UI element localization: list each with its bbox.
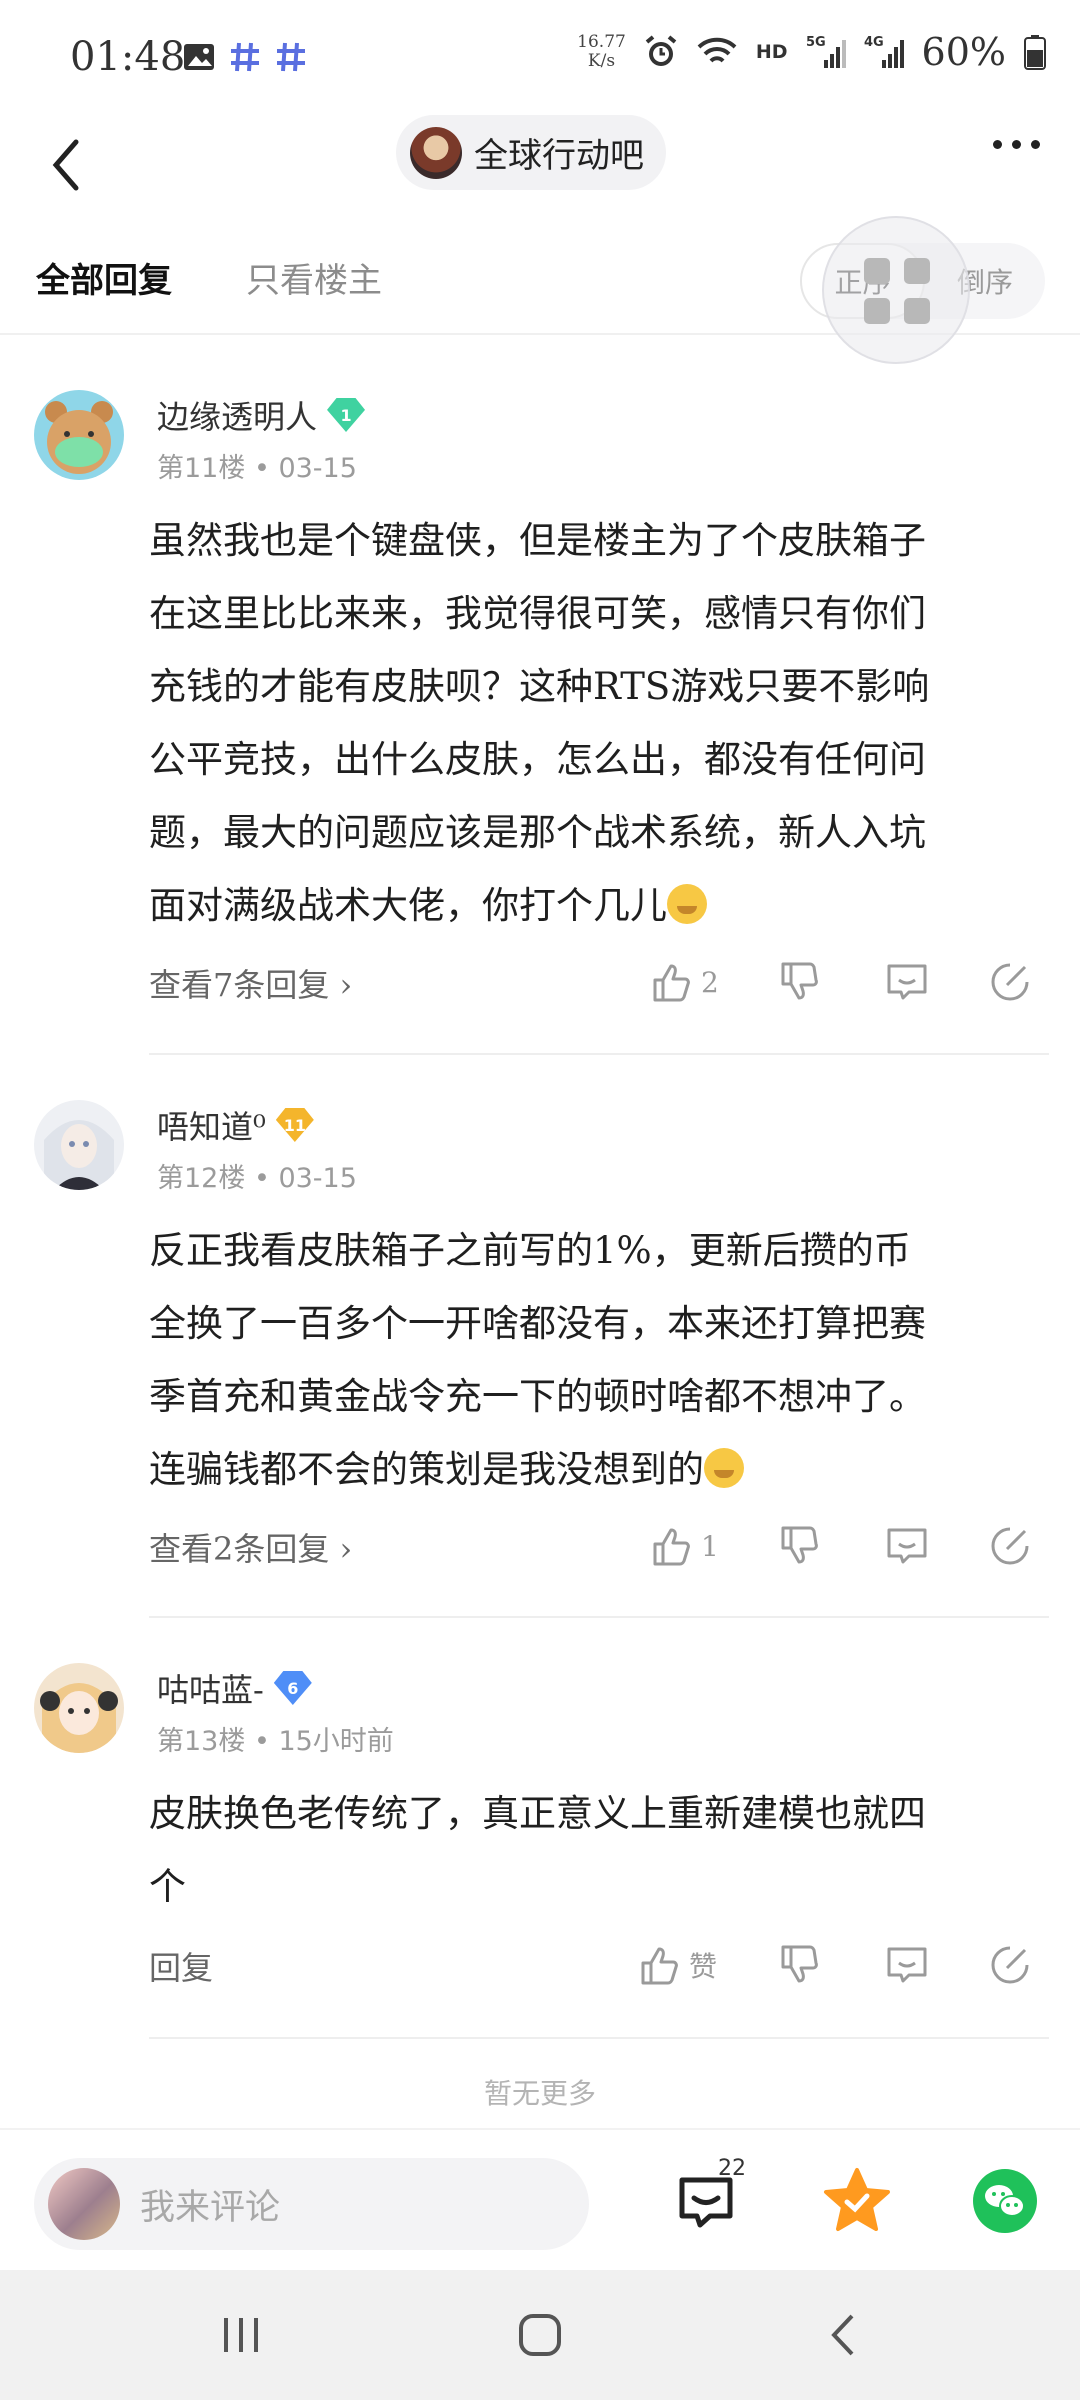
tab-op-only[interactable]: 只看楼主 (246, 253, 382, 302)
comment-input[interactable]: 我来评论 (34, 2158, 589, 2250)
comment-bar: 我来评论 22 (0, 2128, 1080, 2270)
forum-entry-button[interactable]: 全球行动吧 (396, 115, 666, 190)
tab-all-replies[interactable]: 全部回复 (36, 253, 172, 302)
alarm-icon (645, 35, 677, 66)
home-icon[interactable] (515, 2310, 565, 2360)
comment-icon[interactable] (883, 1520, 931, 1572)
wechat-share-icon[interactable] (972, 2168, 1038, 2234)
like-button[interactable]: 赞 (637, 1939, 717, 1991)
share-icon[interactable] (987, 956, 1033, 1008)
thumbs-down-icon[interactable] (777, 956, 821, 1008)
level-badge: 11 (275, 1108, 314, 1142)
battery-percent: 60% (921, 30, 1006, 74)
avatar[interactable] (34, 1663, 124, 1753)
4g-signal-icon: 4G (864, 35, 904, 68)
svg-text:4G: 4G (864, 35, 884, 50)
reply-actions: 回复 赞 (149, 1939, 1039, 1999)
forum-avatar (410, 126, 462, 179)
status-bar: 01:48 16.77 K/s HD 5G 4G 60% (0, 0, 1080, 120)
thumbs-up-icon (653, 1528, 690, 1566)
5g-signal-icon: 5G (806, 35, 846, 68)
share-icon[interactable] (987, 1939, 1033, 1991)
thumbs-up-icon (641, 1947, 678, 1985)
view-replies-link[interactable]: 查看2条回复 › (149, 1524, 352, 1570)
thumbs-down-icon[interactable] (777, 1520, 821, 1572)
share-icon[interactable] (987, 1520, 1033, 1572)
hash-icon (277, 42, 305, 72)
like-button[interactable]: 2 (649, 956, 719, 1008)
reply-content: 皮肤换色老传统了，真正意义上重新建模也就四 个 (149, 1792, 926, 1908)
no-more-text: 暂无更多 (483, 2077, 596, 2110)
emoji-icon (704, 1448, 744, 1488)
favorite-star-icon[interactable] (822, 2166, 892, 2236)
hash-icon (231, 42, 259, 72)
view-replies-link[interactable]: 查看7条回复 › (149, 960, 352, 1006)
like-button[interactable]: 1 (649, 1520, 719, 1572)
recent-apps-icon[interactable] (216, 2310, 266, 2360)
net-speed: 16.77 K/s (577, 32, 626, 71)
my-avatar (48, 2168, 120, 2240)
hd-icon: HD (755, 41, 788, 63)
thumbs-down-icon[interactable] (777, 1939, 821, 1991)
more-options-icon[interactable] (993, 140, 1040, 149)
back-icon[interactable] (820, 2310, 870, 2360)
comment-placeholder: 我来评论 (140, 2187, 281, 2228)
level-badge: 6 (273, 1671, 312, 1705)
battery-icon (1024, 35, 1046, 70)
thumbs-up-icon (653, 964, 690, 1002)
wifi-icon (697, 37, 737, 63)
post-meta: 第12楼 • 03-15 (157, 1163, 357, 1194)
emoji-icon (667, 884, 707, 924)
username[interactable]: 边缘透明人 1 (157, 392, 366, 438)
username[interactable]: 唔知道⁰ 11 (157, 1102, 314, 1148)
system-nav-bar (0, 2270, 1080, 2400)
back-arrow-icon[interactable] (46, 130, 96, 200)
divider (149, 1616, 1049, 1618)
reply-content: 反正我看皮肤箱子之前写的1%，更新后攒的币 全换了一百多个一开啥都没有，本来还打… (149, 1229, 926, 1491)
username[interactable]: 咕咕蓝- 6 (157, 1665, 312, 1711)
reply-content: 虽然我也是个键盘侠，但是楼主为了个皮肤箱子 在这里比比来来，我觉得很可笑，感情只… (149, 519, 930, 927)
forum-name: 全球行动吧 (474, 136, 644, 176)
post-meta: 第11楼 • 03-15 (157, 453, 357, 484)
comment-count: 22 (718, 2156, 746, 2181)
post-meta: 第13楼 • 15小时前 (157, 1726, 394, 1757)
reply-actions: 查看2条回复 › 1 (149, 1520, 1039, 1580)
comment-icon[interactable] (883, 1939, 931, 1991)
comment-icon[interactable] (883, 956, 931, 1008)
divider (149, 1053, 1049, 1055)
level-badge: 1 (327, 398, 366, 432)
top-bar: 全球行动吧 (0, 110, 1080, 225)
divider (149, 2037, 1049, 2039)
svg-text:5G: 5G (806, 35, 826, 50)
reply-link[interactable]: 回复 (149, 1943, 213, 1989)
avatar[interactable] (34, 1100, 124, 1190)
floating-menu-icon[interactable] (822, 216, 970, 364)
reply-actions: 查看7条回复 › 2 (149, 956, 1039, 1016)
image-icon (184, 44, 214, 70)
status-time: 01:48 (70, 34, 186, 80)
avatar[interactable] (34, 390, 124, 480)
